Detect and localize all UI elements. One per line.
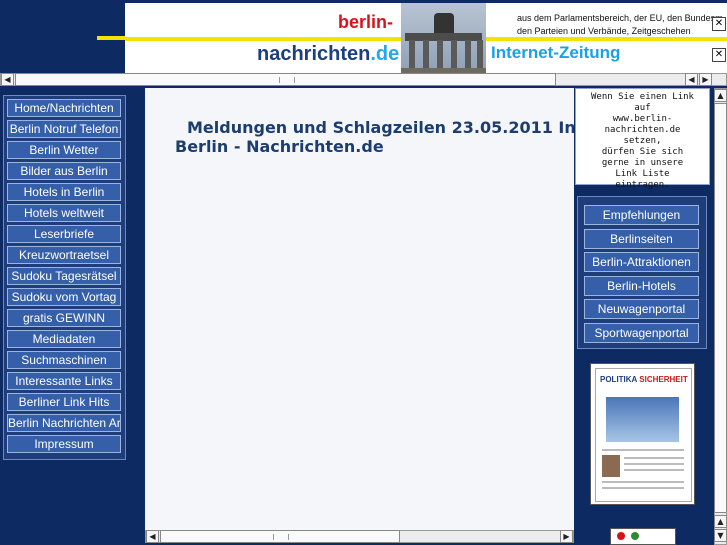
scrollbar-thumb[interactable] [714,103,727,513]
linkbox-line: auf [634,103,651,113]
nav-item-impressum[interactable]: Impressum [7,435,121,453]
nav-item-bilder[interactable]: Bilder aus Berlin [7,162,121,180]
nav-item-gewinn[interactable]: gratis GEWINN [7,309,121,327]
internet-zeitung-label: Internet-Zeitung [491,43,621,62]
magazine-cover: POLITIKA SICHERHEIT [595,368,692,502]
right-vertical-scrollbar[interactable]: ▲ ▲ ▼ [714,88,727,545]
scroll-left-arrow-icon[interactable]: ◀ [1,73,14,86]
link-info-box: Wenn Sie einen Link auf www.berlin-nachr… [575,88,710,190]
scroll-grip [278,77,295,83]
scroll-up-arrow-icon[interactable]: ▲ [714,89,727,102]
close-icon[interactable]: ✕ [712,48,726,62]
scroll-left-arrow-icon[interactable]: ◀ [146,530,159,543]
portrait-image [602,455,620,477]
banner-tagline: aus dem Parlamentsbereich, der EU, den B… [517,12,727,38]
magazine-title-b: SICHERHEIT [639,375,688,384]
page-headline-sub: Berlin - Nachrichten.de [175,137,384,156]
text-line [602,449,684,451]
christmas-banner-image[interactable] [610,528,676,545]
right-navigation: Empfehlungen Berlinseiten Berlin-Attrakt… [577,196,707,349]
sidebar-item-neuwagen[interactable]: Neuwagenportal [584,299,699,320]
nav-item-wetter[interactable]: Berlin Wetter [7,141,121,159]
nav-item-interessante-links[interactable]: Interessante Links [7,372,121,390]
nav-item-link-hits[interactable]: Berliner Link Hits [7,393,121,411]
linkbox-line: dürfen Sie sich [601,147,684,157]
quadriga-shape [434,13,454,33]
nav-item-hotels-berlin[interactable]: Hotels in Berlin [7,183,121,201]
tagline-line-1: aus dem Parlamentsbereich, der EU, den B… [517,13,723,23]
nav-item-home[interactable]: Home/Nachrichten [7,99,121,117]
nav-item-notruf[interactable]: Berlin Notruf Telefon [7,120,121,138]
text-line [624,463,684,465]
scroll-right-arrow-icon[interactable]: ▶ [560,530,573,543]
close-icon[interactable]: ✕ [712,17,726,31]
nav-item-mediadaten[interactable]: Mediadaten [7,330,121,348]
top-horizontal-scrollbar[interactable]: ◀ ◀ ▶ [0,73,727,86]
scrollbar-thumb[interactable] [15,73,556,86]
sidebar-item-sportwagen[interactable]: Sportwagenportal [584,322,699,343]
magazine-cover-ad[interactable]: POLITIKA SICHERHEIT [590,363,695,505]
nav-item-archiv[interactable]: Berlin Nachrichten Arc [7,414,121,432]
nav-item-sudoku-tages[interactable]: Sudoku Tagesrätsel [7,267,121,285]
santa-icon [617,532,625,540]
linkbox-line: Link Liste [615,169,670,179]
logo-berlin-text: berlin- [338,12,394,32]
banner-left-line [97,36,125,40]
tree-icon [631,532,639,540]
text-line [602,487,684,489]
nav-item-kreuzwortraetsel[interactable]: Kreuzwortraetsel [7,246,121,264]
logo-tld: .de [370,43,400,65]
sidebar-item-attraktionen[interactable]: Berlin-Attraktionen [584,252,699,273]
logo-nachrichten-text[interactable]: nachrichten.de [257,43,399,66]
logo-nachrichten-word: nachrichten [257,43,371,65]
nav-item-hotels-weltweit[interactable]: Hotels weltweit [7,204,121,222]
text-line [624,457,684,459]
magazine-title-a: POLITIKA [600,375,638,384]
left-navigation: Home/Nachrichten Berlin Notruf Telefon B… [3,95,126,460]
main-content: Meldungen und Schlagzeilen 23.05.2011 In… [145,88,574,530]
brandenburg-gate-image [401,3,486,74]
scroll-grip [273,534,289,540]
magazine-title: POLITIKA SICHERHEIT [600,375,688,384]
page-headline: Meldungen und Schlagzeilen 23.05.2011 In… [187,118,574,137]
nav-item-leserbriefe[interactable]: Leserbriefe [7,225,121,243]
linkbox-line: gerne in unsere [601,158,684,168]
nav-item-sudoku-vortag[interactable]: Sudoku vom Vortag [7,288,121,306]
scrollbar-thumb[interactable] [160,530,400,543]
linkbox-line: eintragen. [615,180,670,190]
sidebar-item-empfehlungen[interactable]: Empfehlungen [584,205,699,225]
jets-image [606,397,679,442]
linkbox-line: Wenn Sie einen Link [591,92,694,102]
site-banner: berlin- nachrichten.de Internet-Zeitung … [125,3,727,74]
nav-item-suchmaschinen[interactable]: Suchmaschinen [7,351,121,369]
sidebar-item-hotels[interactable]: Berlin-Hotels [584,275,699,296]
text-line [602,481,684,483]
tagline-line-2: den Parteien und Verbände, Zeitgeschehen [517,26,691,36]
scroll-down-arrow-icon[interactable]: ▼ [714,529,727,542]
linkbox-line: setzen, [623,136,662,146]
text-line [624,469,684,471]
sidebar-item-berlinseiten[interactable]: Berlinseiten [584,228,699,249]
scroll-left-arrow-icon[interactable]: ◀ [685,73,698,86]
linkbox-url[interactable]: www.berlin-nachrichten.de [576,114,709,136]
scroll-right-arrow-icon[interactable]: ▶ [699,73,712,86]
bottom-horizontal-scrollbar[interactable]: ◀ ▶ [145,530,574,543]
scroll-up-arrow-icon[interactable]: ▲ [714,515,727,528]
